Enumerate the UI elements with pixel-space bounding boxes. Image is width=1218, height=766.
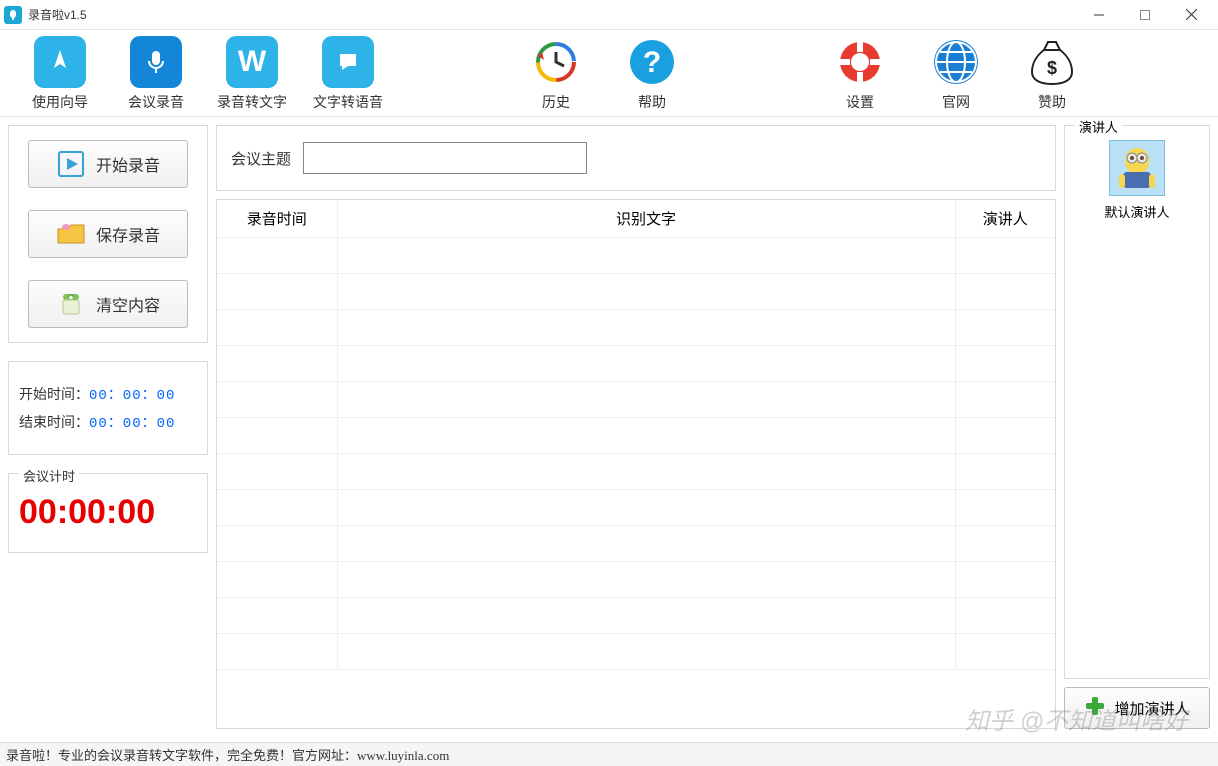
start-record-label: 开始录音: [96, 152, 160, 176]
tool-history[interactable]: 历史: [508, 36, 604, 112]
help-icon: ?: [626, 36, 678, 88]
speaker-panel-label: 演讲人: [1075, 117, 1122, 136]
start-time-value: 00：00：00: [89, 388, 175, 404]
tool-meeting-label: 会议录音: [128, 92, 184, 112]
statusbar: 录音啦！专业的会议录音转文字软件，完全免费！官方网址：www.luyinla.c…: [0, 742, 1218, 766]
topic-label: 会议主题: [231, 148, 291, 169]
timer-value: 00:00:00: [19, 493, 197, 532]
tool-help-label: 帮助: [638, 92, 666, 112]
table-row[interactable]: [217, 382, 1055, 418]
tool-rec2text[interactable]: W 录音转文字: [204, 36, 300, 112]
table-row[interactable]: [217, 598, 1055, 634]
tool-help[interactable]: ? 帮助: [604, 36, 700, 112]
end-time-label: 结束时间：: [19, 414, 89, 430]
table-row[interactable]: [217, 562, 1055, 598]
table-row[interactable]: [217, 238, 1055, 274]
actions-panel: 开始录音 保存录音 清空内容: [8, 125, 208, 343]
table-row[interactable]: [217, 490, 1055, 526]
tool-meeting[interactable]: 会议录音: [108, 36, 204, 112]
speaker-panel: 演讲人 默认演讲人: [1064, 125, 1210, 679]
tool-donate-label: 赞助: [1038, 92, 1066, 112]
globe-icon: [930, 36, 982, 88]
history-icon: [530, 36, 582, 88]
close-button[interactable]: [1168, 0, 1214, 30]
col-time: 录音时间: [217, 200, 337, 238]
end-time-value: 00：00：00: [89, 416, 175, 432]
w-icon: W: [226, 36, 278, 88]
save-record-button[interactable]: 保存录音: [28, 210, 188, 258]
clear-label: 清空内容: [96, 292, 160, 316]
app-icon: [4, 6, 22, 24]
play-icon: [56, 149, 86, 179]
col-text: 识别文字: [337, 200, 955, 238]
avatar: [1109, 140, 1165, 196]
speaker-name: 默认演讲人: [1104, 202, 1169, 221]
tool-text2speech-label: 文字转语音: [313, 92, 383, 112]
tool-settings[interactable]: 设置: [812, 36, 908, 112]
speech-icon: [322, 36, 374, 88]
table-row[interactable]: [217, 310, 1055, 346]
table-row[interactable]: [217, 418, 1055, 454]
folder-icon: [56, 219, 86, 249]
tool-history-label: 历史: [542, 92, 570, 112]
add-speaker-button[interactable]: 增加演讲人: [1064, 687, 1210, 729]
add-speaker-label: 增加演讲人: [1114, 698, 1189, 719]
minimize-button[interactable]: [1076, 0, 1122, 30]
svg-text:?: ?: [643, 46, 661, 79]
tool-settings-label: 设置: [846, 92, 874, 112]
timer-panel: 会议计时 00:00:00: [8, 473, 208, 553]
toolbar: 使用向导 会议录音 W 录音转文字 文字转语音 历史 ? 帮助 设置 官网 $ …: [0, 30, 1218, 117]
money-bag-icon: $: [1026, 36, 1078, 88]
record-table: 录音时间 识别文字 演讲人: [216, 199, 1056, 729]
table-row[interactable]: [217, 454, 1055, 490]
tool-donate[interactable]: $ 赞助: [1004, 36, 1100, 112]
start-time-label: 开始时间：: [19, 386, 89, 402]
maximize-button[interactable]: [1122, 0, 1168, 30]
table-row[interactable]: [217, 634, 1055, 670]
start-record-button[interactable]: 开始录音: [28, 140, 188, 188]
topic-panel: 会议主题: [216, 125, 1056, 191]
table-row[interactable]: [217, 526, 1055, 562]
timer-label: 会议计时: [19, 466, 79, 485]
lifebuoy-icon: [834, 36, 886, 88]
col-speaker: 演讲人: [955, 200, 1055, 238]
titlebar: 录音啦v1.5: [0, 0, 1218, 30]
topic-input[interactable]: [303, 142, 587, 174]
svg-text:$: $: [1047, 58, 1057, 78]
window-title: 录音啦v1.5: [28, 6, 1076, 23]
tool-text2speech[interactable]: 文字转语音: [300, 36, 396, 112]
time-panel: 开始时间：00：00：00 结束时间：00：00：00: [8, 361, 208, 455]
tool-guide-label: 使用向导: [32, 92, 88, 112]
speaker-item[interactable]: 默认演讲人: [1098, 140, 1176, 221]
tool-website[interactable]: 官网: [908, 36, 1004, 112]
tool-guide[interactable]: 使用向导: [12, 36, 108, 112]
microphone-icon: [130, 36, 182, 88]
plus-icon: [1084, 695, 1106, 721]
table-row[interactable]: [217, 274, 1055, 310]
trash-icon: [56, 289, 86, 319]
tool-rec2text-label: 录音转文字: [217, 92, 287, 112]
compass-icon: [34, 36, 86, 88]
clear-button[interactable]: 清空内容: [28, 280, 188, 328]
table-row[interactable]: [217, 346, 1055, 382]
save-record-label: 保存录音: [96, 222, 160, 246]
tool-website-label: 官网: [942, 92, 970, 112]
